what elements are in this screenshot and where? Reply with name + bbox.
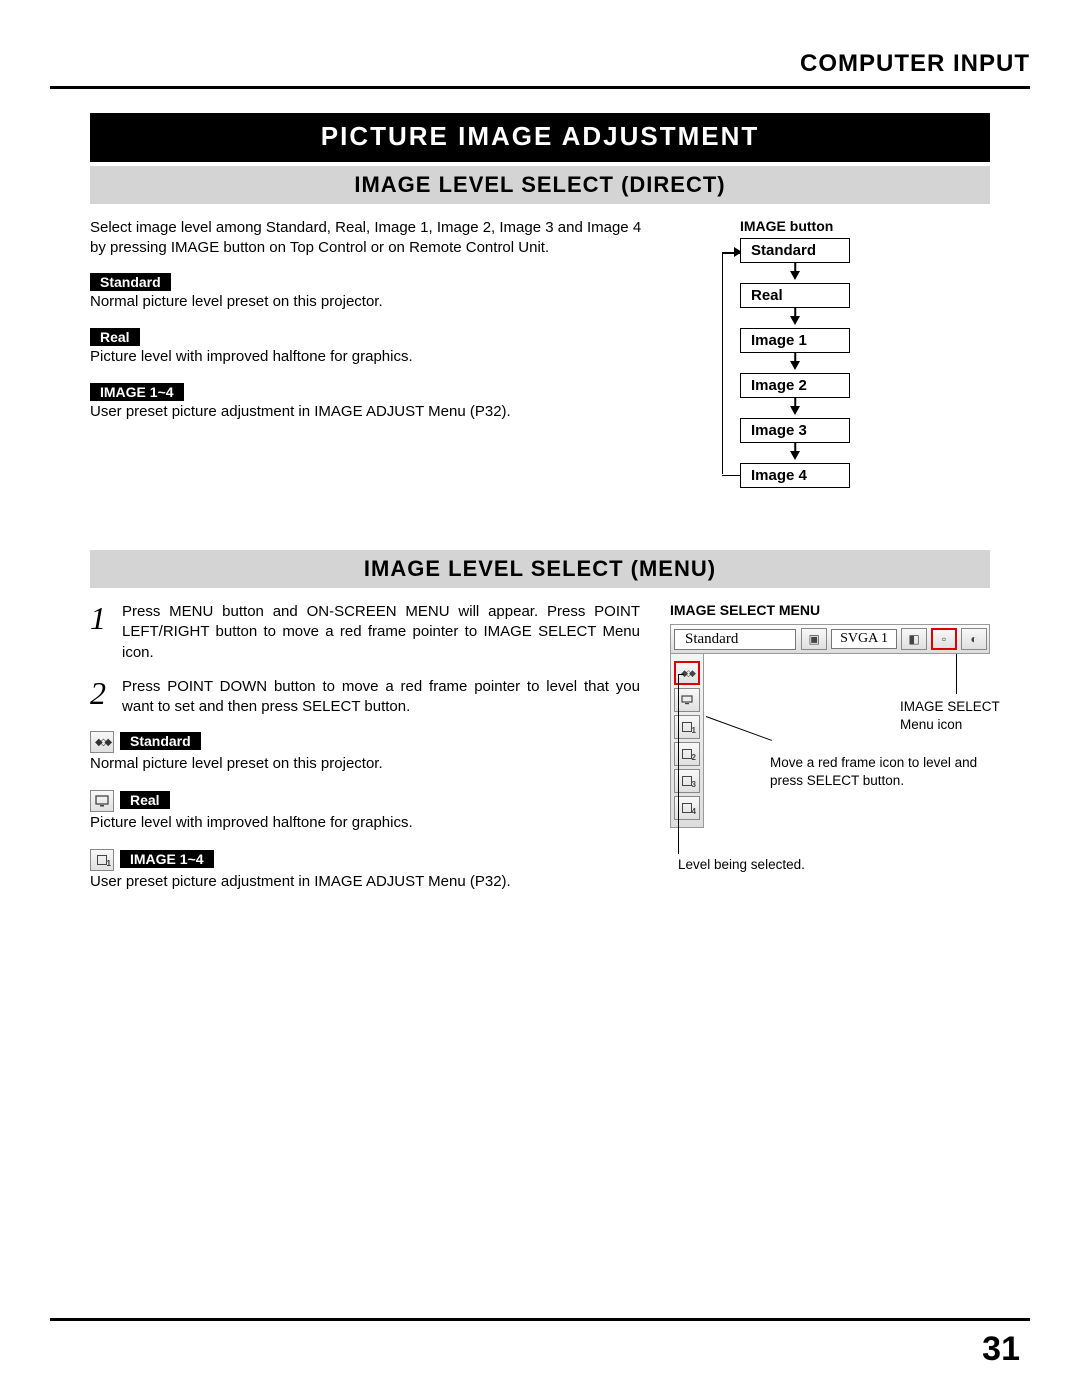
footer-rule	[50, 1318, 1030, 1321]
menu-mock-title: IMAGE SELECT MENU	[670, 602, 990, 618]
diamonds-icon: ◆◇◆	[90, 731, 114, 753]
label-standard: Standard	[90, 273, 171, 291]
menu-desc-real: Picture level with improved halftone for…	[90, 814, 640, 831]
subsection-menu-title: IMAGE LEVEL SELECT (MENU)	[90, 550, 990, 588]
callout-move-frame: Move a red frame icon to level and press…	[770, 754, 990, 789]
flow-item-image3: Image 3	[740, 418, 850, 443]
flow-item-standard: Standard	[740, 238, 850, 263]
flow-item-image4: Image 4	[740, 463, 850, 488]
menu-column: ◆◇◆ 1 2 3 4	[670, 654, 704, 828]
desc-real: Picture level with improved halftone for…	[90, 348, 660, 365]
direct-section: Select image level among Standard, Real,…	[90, 218, 990, 508]
flow-item-real: Real	[740, 283, 850, 308]
page-title-bar: PICTURE IMAGE ADJUSTMENT	[90, 113, 990, 162]
flow-title: IMAGE button	[690, 218, 990, 234]
step-2-text: Press POINT DOWN button to move a red fr…	[122, 677, 640, 718]
flow-diagram: Standard Real Image 1 Image 2 Image 3 Im…	[690, 238, 990, 488]
menu-label-image14: IMAGE 1~4	[120, 850, 214, 868]
image-select-icon: ▫	[931, 628, 957, 650]
menu-bar-text: Standard	[674, 629, 796, 650]
menu-desc-image14: User preset picture adjustment in IMAGE …	[90, 873, 640, 890]
step-number-2: 2	[90, 677, 106, 709]
callout-menu-icon: IMAGE SELECT Menu icon	[900, 698, 1020, 733]
menu-mock: Standard ▣ SVGA 1 ◧ ▫ ◐ ◆◇◆ 1 2 3 4 IMAG…	[670, 624, 990, 828]
flow-item-image2: Image 2	[740, 373, 850, 398]
menu-desc-standard: Normal picture level preset on this proj…	[90, 755, 640, 772]
desc-image14: User preset picture adjustment in IMAGE …	[90, 403, 660, 420]
input-icon: ▣	[801, 628, 827, 650]
menu-label-real: Real	[120, 791, 170, 809]
menu-bar-svga: SVGA 1	[831, 629, 897, 649]
next-icon: ◐	[961, 628, 987, 650]
menu-label-standard: Standard	[120, 732, 201, 750]
direct-intro: Select image level among Standard, Real,…	[90, 218, 660, 259]
square-1-icon: 1	[90, 849, 114, 871]
desc-standard: Normal picture level preset on this proj…	[90, 293, 660, 310]
flow-item-image1: Image 1	[740, 328, 850, 353]
menu-section: 1 Press MENU button and ON-SCREEN MENU w…	[90, 602, 990, 908]
label-real: Real	[90, 328, 140, 346]
subsection-direct-title: IMAGE LEVEL SELECT (DIRECT)	[90, 166, 990, 204]
callout-level-selected: Level being selected.	[678, 856, 878, 874]
page-number: 31	[982, 1330, 1020, 1369]
pc-adjust-icon: ◧	[901, 628, 927, 650]
section-header: COMPUTER INPUT	[50, 50, 1030, 89]
monitor-icon	[90, 790, 114, 812]
step-1-text: Press MENU button and ON-SCREEN MENU wil…	[122, 602, 640, 663]
label-image14: IMAGE 1~4	[90, 383, 184, 401]
step-number-1: 1	[90, 602, 106, 634]
